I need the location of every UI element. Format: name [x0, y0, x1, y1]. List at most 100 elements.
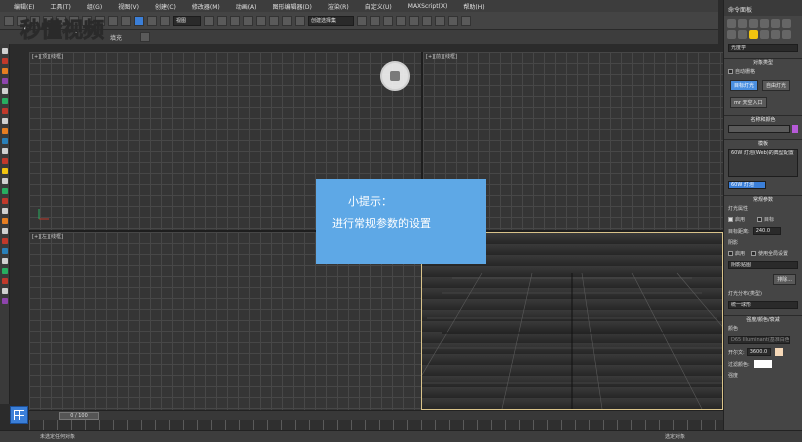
align-icon[interactable] — [370, 15, 380, 26]
tool-icon[interactable] — [2, 68, 8, 74]
spinner-snap-icon[interactable] — [282, 15, 292, 26]
tool-icon[interactable] — [2, 188, 8, 194]
menu-item-customize[interactable]: 自定义(U) — [365, 2, 392, 11]
geometry-icon[interactable] — [727, 30, 736, 39]
tool-icon[interactable] — [2, 258, 8, 264]
curve-editor-icon[interactable] — [396, 15, 406, 26]
intensity-rollout[interactable]: 强度/颜色/衰减 — [724, 315, 802, 323]
render-frame-icon[interactable] — [448, 15, 458, 26]
kelvin-color-swatch[interactable] — [774, 348, 783, 356]
distribution-dropdown[interactable]: 统一球形 — [728, 301, 798, 309]
menu-item-modifiers[interactable]: 修改器(M) — [192, 2, 220, 11]
percent-snap-icon[interactable] — [269, 15, 279, 26]
modify-tab-icon[interactable] — [738, 19, 747, 28]
menu-item-create[interactable]: 创建(C) — [155, 2, 176, 11]
light-enabled-checkbox[interactable] — [728, 217, 733, 222]
menu-item-edit[interactable]: 编辑(E) — [14, 2, 34, 11]
menu-item-help[interactable]: 帮助(H) — [463, 2, 484, 11]
tool-icon[interactable] — [2, 158, 8, 164]
tool-icon[interactable] — [2, 218, 8, 224]
pivot-icon[interactable] — [204, 15, 214, 26]
menu-item-maxscript[interactable]: MAXScript(X) — [408, 3, 448, 10]
menu-item-animation[interactable]: 动画(A) — [236, 2, 257, 11]
targeted-checkbox[interactable] — [757, 217, 763, 222]
layer-icon[interactable] — [383, 15, 393, 26]
category-dropdown[interactable]: 光度学 — [728, 44, 798, 52]
time-slider-track[interactable]: 0 / 100 — [29, 410, 723, 420]
object-color-swatch[interactable] — [792, 125, 798, 133]
reference-coord-dropdown[interactable]: 视图 — [173, 15, 201, 26]
kelvin-input[interactable]: 3600.0 — [746, 348, 771, 356]
tool-icon[interactable] — [2, 198, 8, 204]
tool-icon[interactable] — [2, 138, 8, 144]
tool-icon[interactable] — [2, 118, 8, 124]
general-params-rollout[interactable]: 常规参数 — [724, 195, 802, 203]
motion-tab-icon[interactable] — [760, 19, 769, 28]
tool-icon[interactable] — [2, 58, 8, 64]
mirror-icon[interactable] — [357, 15, 367, 26]
menu-item-tools[interactable]: 工具(T) — [50, 2, 70, 11]
manipulate-icon[interactable] — [217, 15, 227, 26]
shapes-icon[interactable] — [738, 30, 747, 39]
scale-icon[interactable] — [160, 15, 170, 26]
undo-icon[interactable] — [4, 15, 14, 26]
object-type-rollout[interactable]: 对象类型 — [724, 58, 802, 66]
free-light-button[interactable]: 自由灯光 — [762, 80, 791, 91]
lights-icon[interactable] — [749, 30, 758, 39]
helpers-icon[interactable] — [771, 30, 780, 39]
tool-icon[interactable] — [2, 248, 8, 254]
template-dropdown[interactable]: 60W 灯泡 — [728, 181, 766, 189]
keyboard-shortcut-icon[interactable] — [230, 15, 240, 26]
time-slider[interactable]: 0 / 100 — [59, 412, 99, 420]
track-bar[interactable] — [29, 420, 723, 430]
tool-icon[interactable] — [2, 268, 8, 274]
tool-icon[interactable] — [2, 288, 8, 294]
tool-icon[interactable] — [2, 78, 8, 84]
menu-item-rendering[interactable]: 渲染(R) — [328, 2, 349, 11]
shadow-enabled-checkbox[interactable] — [728, 251, 733, 256]
tool-icon[interactable] — [2, 48, 8, 54]
tool-icon[interactable] — [2, 178, 8, 184]
template-rollout[interactable]: 模板 — [724, 139, 802, 147]
key-filter-dropdown[interactable]: 选定对象 — [665, 433, 685, 440]
viewport-label[interactable]: [+][左][线框] — [32, 233, 63, 240]
menu-item-group[interactable]: 组(G) — [87, 2, 102, 11]
tool-icon[interactable] — [2, 228, 8, 234]
target-light-button[interactable]: 目标灯光 — [730, 80, 759, 91]
color-preset-dropdown[interactable]: D65 Illuminant(基准白色) — [728, 336, 790, 344]
menu-item-graph-editors[interactable]: 图形编辑器(D) — [273, 2, 312, 11]
cameras-icon[interactable] — [760, 30, 769, 39]
create-tab-icon[interactable] — [727, 19, 736, 28]
tool-icon[interactable] — [2, 208, 8, 214]
rotate-icon[interactable] — [147, 15, 157, 26]
exclude-button[interactable]: 排除... — [773, 274, 796, 285]
viewport-label[interactable]: [+][顶][线框] — [32, 53, 63, 60]
tool-icon[interactable] — [2, 238, 8, 244]
edit-named-sel-icon[interactable] — [295, 15, 305, 26]
use-global-checkbox[interactable] — [751, 251, 757, 256]
menu-item-views[interactable]: 视图(V) — [118, 2, 139, 11]
viewport-layout-button[interactable] — [10, 406, 28, 424]
tool-icon[interactable] — [2, 88, 8, 94]
snap-icon[interactable] — [243, 15, 253, 26]
tool-icon[interactable] — [2, 128, 8, 134]
tool-icon[interactable] — [2, 98, 8, 104]
viewport-label[interactable]: [+][前][线框] — [426, 53, 457, 60]
display-tab-icon[interactable] — [771, 19, 780, 28]
schematic-icon[interactable] — [409, 15, 419, 26]
filter-color-swatch[interactable] — [753, 360, 772, 368]
utilities-tab-icon[interactable] — [782, 19, 791, 28]
named-selection-dropdown[interactable]: 创建选择集 — [308, 15, 354, 26]
target-distance-input[interactable]: 240.0 — [752, 227, 781, 235]
record-stop-button[interactable] — [380, 61, 410, 91]
hierarchy-tab-icon[interactable] — [749, 19, 758, 28]
render-setup-icon[interactable] — [435, 15, 445, 26]
spacewarps-icon[interactable] — [782, 30, 791, 39]
tool-icon[interactable] — [2, 168, 8, 174]
object-name-input[interactable] — [728, 125, 790, 133]
render-icon[interactable] — [461, 15, 471, 26]
sky-portal-button[interactable]: mr 天空入口 — [730, 97, 767, 108]
tool-icon[interactable] — [2, 278, 8, 284]
tool-icon[interactable] — [2, 298, 8, 304]
angle-snap-icon[interactable] — [256, 15, 266, 26]
